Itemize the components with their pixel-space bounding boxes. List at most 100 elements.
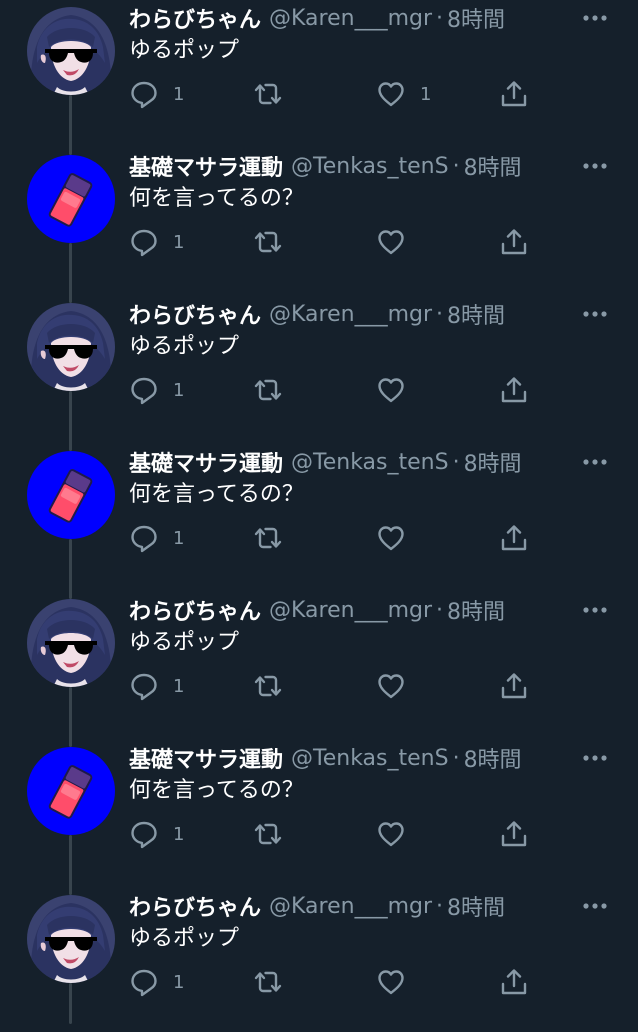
timestamp[interactable]: 8時間 — [464, 150, 522, 182]
retweet-icon — [252, 523, 284, 553]
tweet-actions: 1 1 — [0, 76, 638, 112]
like-button[interactable] — [376, 668, 420, 704]
more-options-icon[interactable] — [582, 748, 608, 768]
reply-icon — [129, 79, 159, 109]
share-icon — [499, 79, 529, 109]
tweet-header: わらびちゃん @Karen___mgr · 8時間 — [129, 298, 505, 330]
retweet-icon — [252, 671, 284, 701]
separator-dot: · — [436, 597, 444, 623]
like-button[interactable] — [376, 372, 420, 408]
username-handle[interactable]: @Karen___mgr — [269, 598, 432, 623]
retweet-button[interactable] — [252, 668, 284, 704]
username-handle[interactable]: @Tenkas_tenS — [291, 450, 449, 475]
reply-count: 1 — [173, 527, 185, 549]
display-name[interactable]: 基礎マサラ運動 — [129, 150, 283, 182]
tweet[interactable]: 基礎マサラ運動 @Tenkas_tenS · 8時間 何を言ってるの？ 1 — [0, 440, 638, 588]
more-options-icon[interactable] — [582, 600, 608, 620]
retweet-button[interactable] — [252, 964, 284, 1000]
display-name[interactable]: 基礎マサラ運動 — [129, 742, 283, 774]
display-name[interactable]: わらびちゃん — [129, 2, 261, 34]
share-button[interactable] — [499, 668, 529, 704]
reply-count: 1 — [173, 231, 185, 253]
timestamp[interactable]: 8時間 — [464, 446, 522, 478]
share-icon — [499, 671, 529, 701]
username-handle[interactable]: @Karen___mgr — [269, 894, 432, 919]
reply-button[interactable]: 1 — [129, 372, 184, 408]
tweet-text: 何を言ってるの？ — [129, 186, 304, 211]
display-name[interactable]: わらびちゃん — [129, 298, 261, 330]
tweet[interactable]: わらびちゃん @Karen___mgr · 8時間 ゆるポップ 1 — [0, 588, 638, 736]
separator-dot: · — [452, 449, 460, 475]
tweet[interactable]: わらびちゃん @Karen___mgr · 8時間 ゆるポップ 1 — [0, 0, 638, 144]
timestamp[interactable]: 8時間 — [447, 890, 505, 922]
reply-count: 1 — [173, 823, 185, 845]
reply-count: 1 — [173, 379, 185, 401]
heart-icon — [376, 227, 406, 257]
timestamp[interactable]: 8時間 — [447, 298, 505, 330]
timestamp[interactable]: 8時間 — [447, 2, 505, 34]
reply-button[interactable]: 1 — [129, 520, 184, 556]
reply-button[interactable]: 1 — [129, 964, 184, 1000]
tweet-actions: 1 — [0, 816, 638, 852]
tweet-actions: 1 — [0, 964, 638, 1000]
share-button[interactable] — [499, 372, 529, 408]
reply-button[interactable]: 1 — [129, 224, 184, 260]
more-options-icon[interactable] — [582, 896, 608, 916]
timestamp[interactable]: 8時間 — [447, 594, 505, 626]
timestamp[interactable]: 8時間 — [464, 742, 522, 774]
heart-icon — [376, 819, 406, 849]
share-icon — [499, 967, 529, 997]
tweet[interactable]: わらびちゃん @Karen___mgr · 8時間 ゆるポップ 1 — [0, 292, 638, 440]
reply-button[interactable]: 1 — [129, 76, 184, 112]
like-button[interactable] — [376, 224, 420, 260]
share-icon — [499, 819, 529, 849]
tweet[interactable]: 基礎マサラ運動 @Tenkas_tenS · 8時間 何を言ってるの？ 1 — [0, 144, 638, 292]
share-button[interactable] — [499, 964, 529, 1000]
display-name[interactable]: わらびちゃん — [129, 594, 261, 626]
tweet-header: 基礎マサラ運動 @Tenkas_tenS · 8時間 — [129, 150, 522, 182]
more-options-icon[interactable] — [582, 304, 608, 324]
separator-dot: · — [452, 745, 460, 771]
retweet-button[interactable] — [252, 520, 284, 556]
share-button[interactable] — [499, 816, 529, 852]
like-count: 1 — [420, 83, 432, 105]
tweet[interactable]: わらびちゃん @Karen___mgr · 8時間 ゆるポップ 1 — [0, 884, 638, 1032]
share-icon — [499, 375, 529, 405]
share-icon — [499, 227, 529, 257]
username-handle[interactable]: @Karen___mgr — [269, 6, 432, 31]
reply-count: 1 — [173, 971, 185, 993]
display-name[interactable]: わらびちゃん — [129, 890, 261, 922]
retweet-button[interactable] — [252, 816, 284, 852]
like-button[interactable] — [376, 964, 420, 1000]
reply-button[interactable]: 1 — [129, 816, 184, 852]
username-handle[interactable]: @Tenkas_tenS — [291, 746, 449, 771]
tweet-actions: 1 — [0, 224, 638, 260]
retweet-icon — [252, 967, 284, 997]
reply-icon — [129, 375, 159, 405]
username-handle[interactable]: @Karen___mgr — [269, 302, 432, 327]
retweet-button[interactable] — [252, 372, 284, 408]
share-button[interactable] — [499, 520, 529, 556]
tweet-text: ゆるポップ — [129, 630, 240, 655]
tweet-text: 何を言ってるの？ — [129, 482, 304, 507]
heart-icon — [376, 375, 406, 405]
retweet-button[interactable] — [252, 224, 284, 260]
heart-icon — [376, 967, 406, 997]
like-button[interactable] — [376, 520, 420, 556]
display-name[interactable]: 基礎マサラ運動 — [129, 446, 283, 478]
retweet-button[interactable] — [252, 76, 284, 112]
tweet-header: 基礎マサラ運動 @Tenkas_tenS · 8時間 — [129, 446, 522, 478]
share-button[interactable] — [499, 224, 529, 260]
more-options-icon[interactable] — [582, 8, 608, 28]
more-options-icon[interactable] — [582, 156, 608, 176]
like-button[interactable] — [376, 816, 420, 852]
share-button[interactable] — [499, 76, 529, 112]
heart-icon — [376, 671, 406, 701]
separator-dot: · — [452, 153, 460, 179]
like-button[interactable]: 1 — [376, 76, 431, 112]
retweet-icon — [252, 375, 284, 405]
tweet[interactable]: 基礎マサラ運動 @Tenkas_tenS · 8時間 何を言ってるの？ 1 — [0, 736, 638, 884]
username-handle[interactable]: @Tenkas_tenS — [291, 154, 449, 179]
reply-button[interactable]: 1 — [129, 668, 184, 704]
more-options-icon[interactable] — [582, 452, 608, 472]
